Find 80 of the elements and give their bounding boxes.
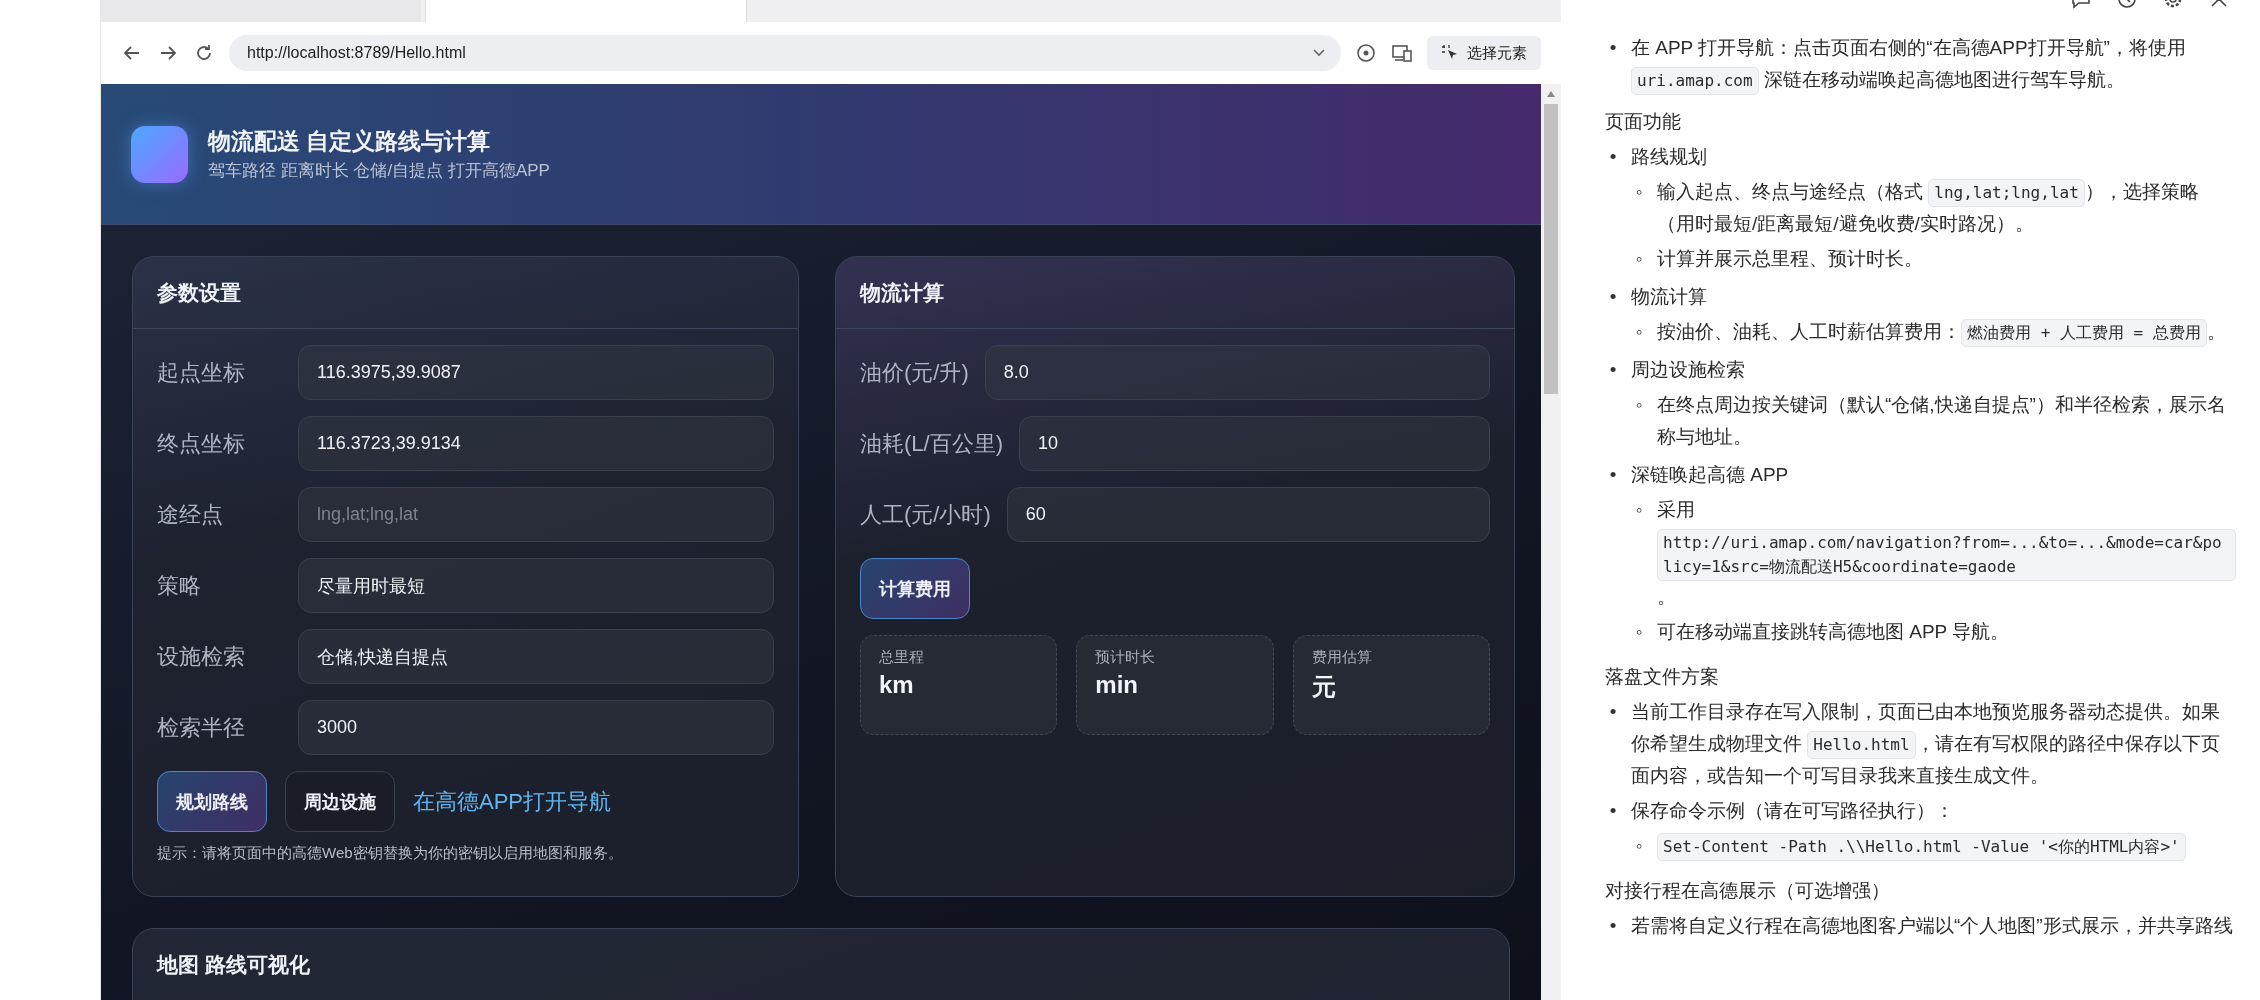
plan-route-button[interactable]: 规划路线: [157, 771, 267, 832]
hint-text: 提示：请将页面中的高德Web密钥替换为你的密钥以启用地图和服务。: [157, 844, 624, 863]
select-element-button[interactable]: 选择元素: [1427, 36, 1541, 70]
bullet-marker: •: [1608, 358, 1618, 382]
input-field[interactable]: 10: [1019, 416, 1490, 471]
address-bar[interactable]: http://localhost:8789/Hello.html: [229, 35, 1341, 71]
card-title: 物流计算: [860, 279, 944, 306]
list-item-text: 路线规划: [1631, 145, 1708, 169]
logo-icon: [131, 125, 188, 183]
list-item-text: 物流计算: [1631, 285, 1708, 309]
list-item-text: 输入起点、终点与途经点（格式 lng,lat;lng,lat ），选择策略（用时最短/距离最短/避免收费/实时路况）。: [1657, 178, 2200, 236]
list-item-text: 按油价、油耗、人工时薪估算费用： 燃油费用 + 人工费用 = 总费用 。: [1657, 316, 2236, 348]
list-item-text: 深链唤起高德 APP: [1631, 463, 1790, 487]
stat-value: min: [1095, 671, 1139, 699]
field-label: 人工(元/小时): [860, 500, 991, 529]
bullet-marker: •: [1608, 700, 1618, 724]
list-item-text: 采用 http://uri.amap.com/navigation?from=...&to=...&mode=car&policy=1&src=物流配送H5&coordinate=gaode 。: [1657, 494, 2236, 613]
bullet-marker: •: [1608, 914, 1618, 938]
inline-code: http://uri.amap.com/navigation?from=...&to=...&mode=car&policy=1&src=物流配送H5&coordinate=gaode: [1657, 529, 2236, 581]
input-field[interactable]: 60: [1006, 487, 1490, 542]
inline-code: Set-Content -Path .\\Hello.html -Value '<你的HTML内容>': [1657, 833, 2186, 861]
input-field[interactable]: 尽量用时最短: [298, 558, 774, 613]
list-item-text: 在 APP 打开导航：点击页面右侧的“在高德APP打开导航”，将使用 uri.amap.com 深链在移动端唤起高德地图进行驾车导航。: [1631, 32, 2236, 96]
bullet-marker: •: [1608, 285, 1618, 309]
list-item-text: 在终点周边按关键词（默认“仓储,快递自提点”）和半径检索，展示名称与地址。: [1657, 393, 2227, 449]
nearby-button[interactable]: 周边设施: [285, 771, 395, 832]
list-item-text: 当前工作目录存在写入限制，页面已由本地预览服务器动态提供。如果你希望生成物理文件 Hello.html ，请在有写权限的路径中保存以下页面内容，或告知一个可写目录我来直接生成文件。: [1631, 700, 2221, 788]
stat-value: km: [879, 671, 915, 699]
input-field[interactable]: 116.3975,39.9087: [298, 345, 774, 400]
field-label: 策略: [157, 571, 202, 600]
devices-icon[interactable]: [1391, 42, 1413, 64]
compass-icon[interactable]: [1355, 42, 1377, 64]
bullet-marker: ◦: [1634, 498, 1644, 522]
bullet-marker: ◦: [1634, 320, 1644, 344]
chevron-down-icon[interactable]: [1313, 49, 1325, 57]
page-subtitle: 驾车路径 距离时长 仓储/自提点 打开高德APP: [208, 160, 550, 182]
field-label: 检索半径: [157, 713, 246, 742]
bullet-marker: •: [1608, 36, 1618, 60]
stat-value: 元: [1311, 672, 1337, 702]
stat-label: 费用估算: [1311, 648, 1373, 667]
calculate-button[interactable]: 计算费用: [860, 558, 970, 619]
list-item-text: 若需将自定义行程在高德地图客户端以“个人地图”形式展示，并共享路线: [1631, 914, 2234, 938]
bullet-marker: •: [1608, 463, 1618, 487]
bullet-marker: •: [1608, 799, 1618, 823]
field-label: 途经点: [157, 500, 224, 529]
field-label: 油价(元/升): [860, 358, 969, 387]
field-label: 油耗(L/百公里): [860, 429, 1003, 458]
list-item-text: 周边设施检索: [1631, 358, 1746, 382]
input-field[interactable]: 116.3723,39.9134: [298, 416, 774, 471]
field-label: 设施检索: [157, 642, 246, 671]
input-field[interactable]: 3000: [298, 700, 774, 755]
bullet-marker: ◦: [1634, 180, 1644, 204]
stat-label: 预计时长: [1095, 648, 1157, 667]
list-item-text: 保存命令示例（请在可写路径执行）：: [1631, 799, 1955, 823]
scroll-up-icon[interactable]: [1546, 90, 1556, 98]
bullet-marker: ◦: [1634, 834, 1644, 858]
section-heading: 页面功能: [1605, 110, 1682, 134]
inline-code: 燃油费用 + 人工费用 = 总费用: [1961, 319, 2207, 347]
bullet-marker: •: [1608, 145, 1618, 169]
list-item-text: 计算并展示总里程、预计时长。: [1657, 247, 1924, 271]
inline-code: Hello.html: [1807, 731, 1916, 759]
section-heading: 落盘文件方案: [1605, 665, 1720, 689]
card-title: 地图 路线可视化: [157, 952, 310, 978]
field-label: 终点坐标: [157, 429, 246, 458]
card-title: 参数设置: [157, 279, 241, 306]
input-field[interactable]: 仓储,快递自提点: [298, 629, 774, 684]
inline-code: uri.amap.com: [1631, 67, 1759, 95]
page-title: 物流配送 自定义路线与计算: [208, 127, 492, 156]
bullet-marker: ◦: [1634, 393, 1644, 417]
section-heading: 对接行程在高德展示（可选增强）: [1605, 879, 1891, 903]
list-item-text: 可在移动端直接跳转高德地图 APP 导航。: [1657, 620, 2011, 644]
inline-code: lng,lat;lng,lat: [1928, 179, 2085, 207]
open-app-link[interactable]: 在高德APP打开导航: [413, 786, 612, 817]
bullet-marker: ◦: [1634, 247, 1644, 271]
field-label: 起点坐标: [157, 358, 246, 387]
scroll-thumb[interactable]: [1544, 104, 1558, 394]
input-field[interactable]: lng,lat;lng,lat: [298, 487, 774, 542]
stat-label: 总里程: [879, 648, 925, 667]
bullet-marker: ◦: [1634, 620, 1644, 644]
input-field[interactable]: 8.0: [984, 345, 1490, 400]
